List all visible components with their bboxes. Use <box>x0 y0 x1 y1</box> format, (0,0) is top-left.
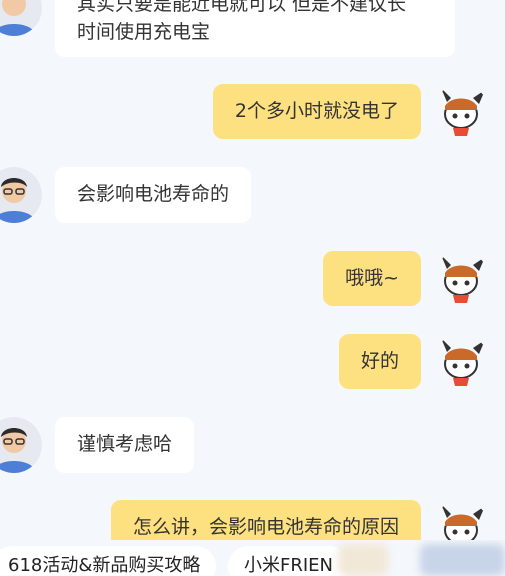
quick-reply-bar: 618活动&新品购买攻略 小米FRIEN <box>0 540 505 576</box>
message-bubble-user: 哦哦~ <box>323 251 421 306</box>
quick-reply-chip[interactable]: 618活动&新品购买攻略 <box>0 546 217 576</box>
mitu-bunny-avatar[interactable] <box>433 251 489 307</box>
message-bubble-user: 怎么讲，会影响电池寿命的原因 <box>110 500 421 540</box>
mitu-bunny-avatar[interactable] <box>433 500 489 540</box>
message-bubble-agent: 谨慎考虑哈 <box>55 417 195 473</box>
message-bubble-user: 好的 <box>338 334 421 389</box>
message-bubble-agent: 会影响电池寿命的 <box>55 167 252 223</box>
chat-message-list: 其实只要是能近电就可以 但是不建议长 时间使用充电宝 2个多小时就没电了 会影响… <box>0 0 505 540</box>
quick-reply-chip[interactable]: 小米FRIEN <box>228 546 350 576</box>
blurred-chip <box>420 544 505 576</box>
blurred-chip <box>338 544 388 576</box>
mitu-bunny-avatar[interactable] <box>433 84 489 140</box>
agent-avatar[interactable] <box>0 417 42 473</box>
message-bubble-user: 2个多小时就没电了 <box>212 84 421 139</box>
mitu-bunny-avatar[interactable] <box>433 334 489 390</box>
agent-avatar[interactable] <box>0 167 42 223</box>
message-bubble-agent: 其实只要是能近电就可以 但是不建议长 时间使用充电宝 <box>55 0 455 57</box>
agent-avatar[interactable] <box>0 0 42 36</box>
